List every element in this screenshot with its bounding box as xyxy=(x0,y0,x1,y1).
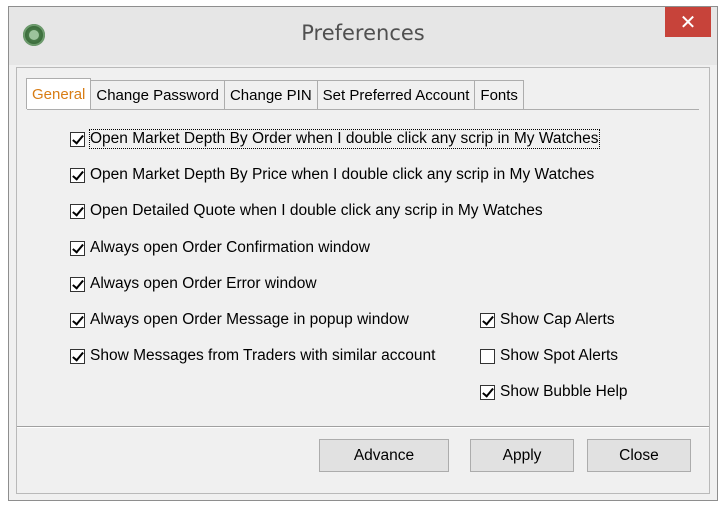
tab-general[interactable]: General xyxy=(26,78,92,109)
option-show-bubble-help[interactable]: Show Bubble Help xyxy=(480,383,628,401)
window-title: Preferences xyxy=(301,21,425,45)
option-label: Open Market Depth By Price when I double… xyxy=(90,166,595,183)
option-order-confirmation[interactable]: Always open Order Confirmation window xyxy=(70,239,370,257)
option-show-spot-alerts[interactable]: Show Spot Alerts xyxy=(480,347,618,365)
show-bubble-help-checkbox[interactable] xyxy=(480,384,495,400)
option-order-error[interactable]: Always open Order Error window xyxy=(70,275,317,293)
tab-fonts[interactable]: Fonts xyxy=(474,80,524,109)
button-separator xyxy=(17,426,709,428)
order-error-checkbox[interactable] xyxy=(70,276,85,292)
option-label: Open Detailed Quote when I double click … xyxy=(90,202,543,219)
detailed-quote-checkbox[interactable] xyxy=(70,203,85,219)
order-message-popup-checkbox[interactable] xyxy=(70,312,85,328)
close-button[interactable]: Close xyxy=(587,439,691,472)
apply-button[interactable]: Apply xyxy=(470,439,574,472)
advance-button[interactable]: Advance xyxy=(319,439,449,472)
show-spot-alerts-checkbox[interactable] xyxy=(480,348,495,364)
option-label: Show Cap Alerts xyxy=(500,311,615,328)
dialog-body: General Change Password Change PIN Set P… xyxy=(16,67,710,494)
trader-messages-checkbox[interactable] xyxy=(70,348,85,364)
option-label: Show Messages from Traders with similar … xyxy=(90,347,436,364)
show-cap-alerts-checkbox[interactable] xyxy=(480,312,495,328)
tab-strip: General Change Password Change PIN Set P… xyxy=(26,78,524,110)
tab-change-password[interactable]: Change Password xyxy=(90,80,225,109)
market-depth-by-price-checkbox[interactable] xyxy=(70,167,85,183)
option-show-cap-alerts[interactable]: Show Cap Alerts xyxy=(480,311,615,329)
option-market-depth-by-price[interactable]: Open Market Depth By Price when I double… xyxy=(70,166,594,184)
option-label: Show Bubble Help xyxy=(500,383,628,400)
tab-change-pin[interactable]: Change PIN xyxy=(223,80,318,109)
preferences-window: Preferences ✕ General Change Password Ch… xyxy=(8,6,718,501)
market-depth-by-order-checkbox[interactable] xyxy=(70,131,85,147)
option-label: Show Spot Alerts xyxy=(500,347,619,364)
title-bar[interactable]: Preferences ✕ xyxy=(9,7,717,65)
option-label: Always open Order Message in popup windo… xyxy=(90,311,409,328)
option-market-depth-by-order[interactable]: Open Market Depth By Order when I double… xyxy=(70,129,600,149)
order-confirmation-checkbox[interactable] xyxy=(70,240,85,256)
option-order-message-popup[interactable]: Always open Order Message in popup windo… xyxy=(70,311,409,329)
option-label: Always open Order Error window xyxy=(90,275,317,292)
option-detailed-quote[interactable]: Open Detailed Quote when I double click … xyxy=(70,202,543,220)
option-label: Open Market Depth By Order when I double… xyxy=(89,129,600,149)
tab-set-preferred-account[interactable]: Set Preferred Account xyxy=(316,80,476,109)
option-trader-messages[interactable]: Show Messages from Traders with similar … xyxy=(70,347,435,365)
close-window-button[interactable]: ✕ xyxy=(665,7,711,37)
option-label: Always open Order Confirmation window xyxy=(90,239,370,256)
general-tab-panel: Open Market Depth By Order when I double… xyxy=(27,109,699,422)
